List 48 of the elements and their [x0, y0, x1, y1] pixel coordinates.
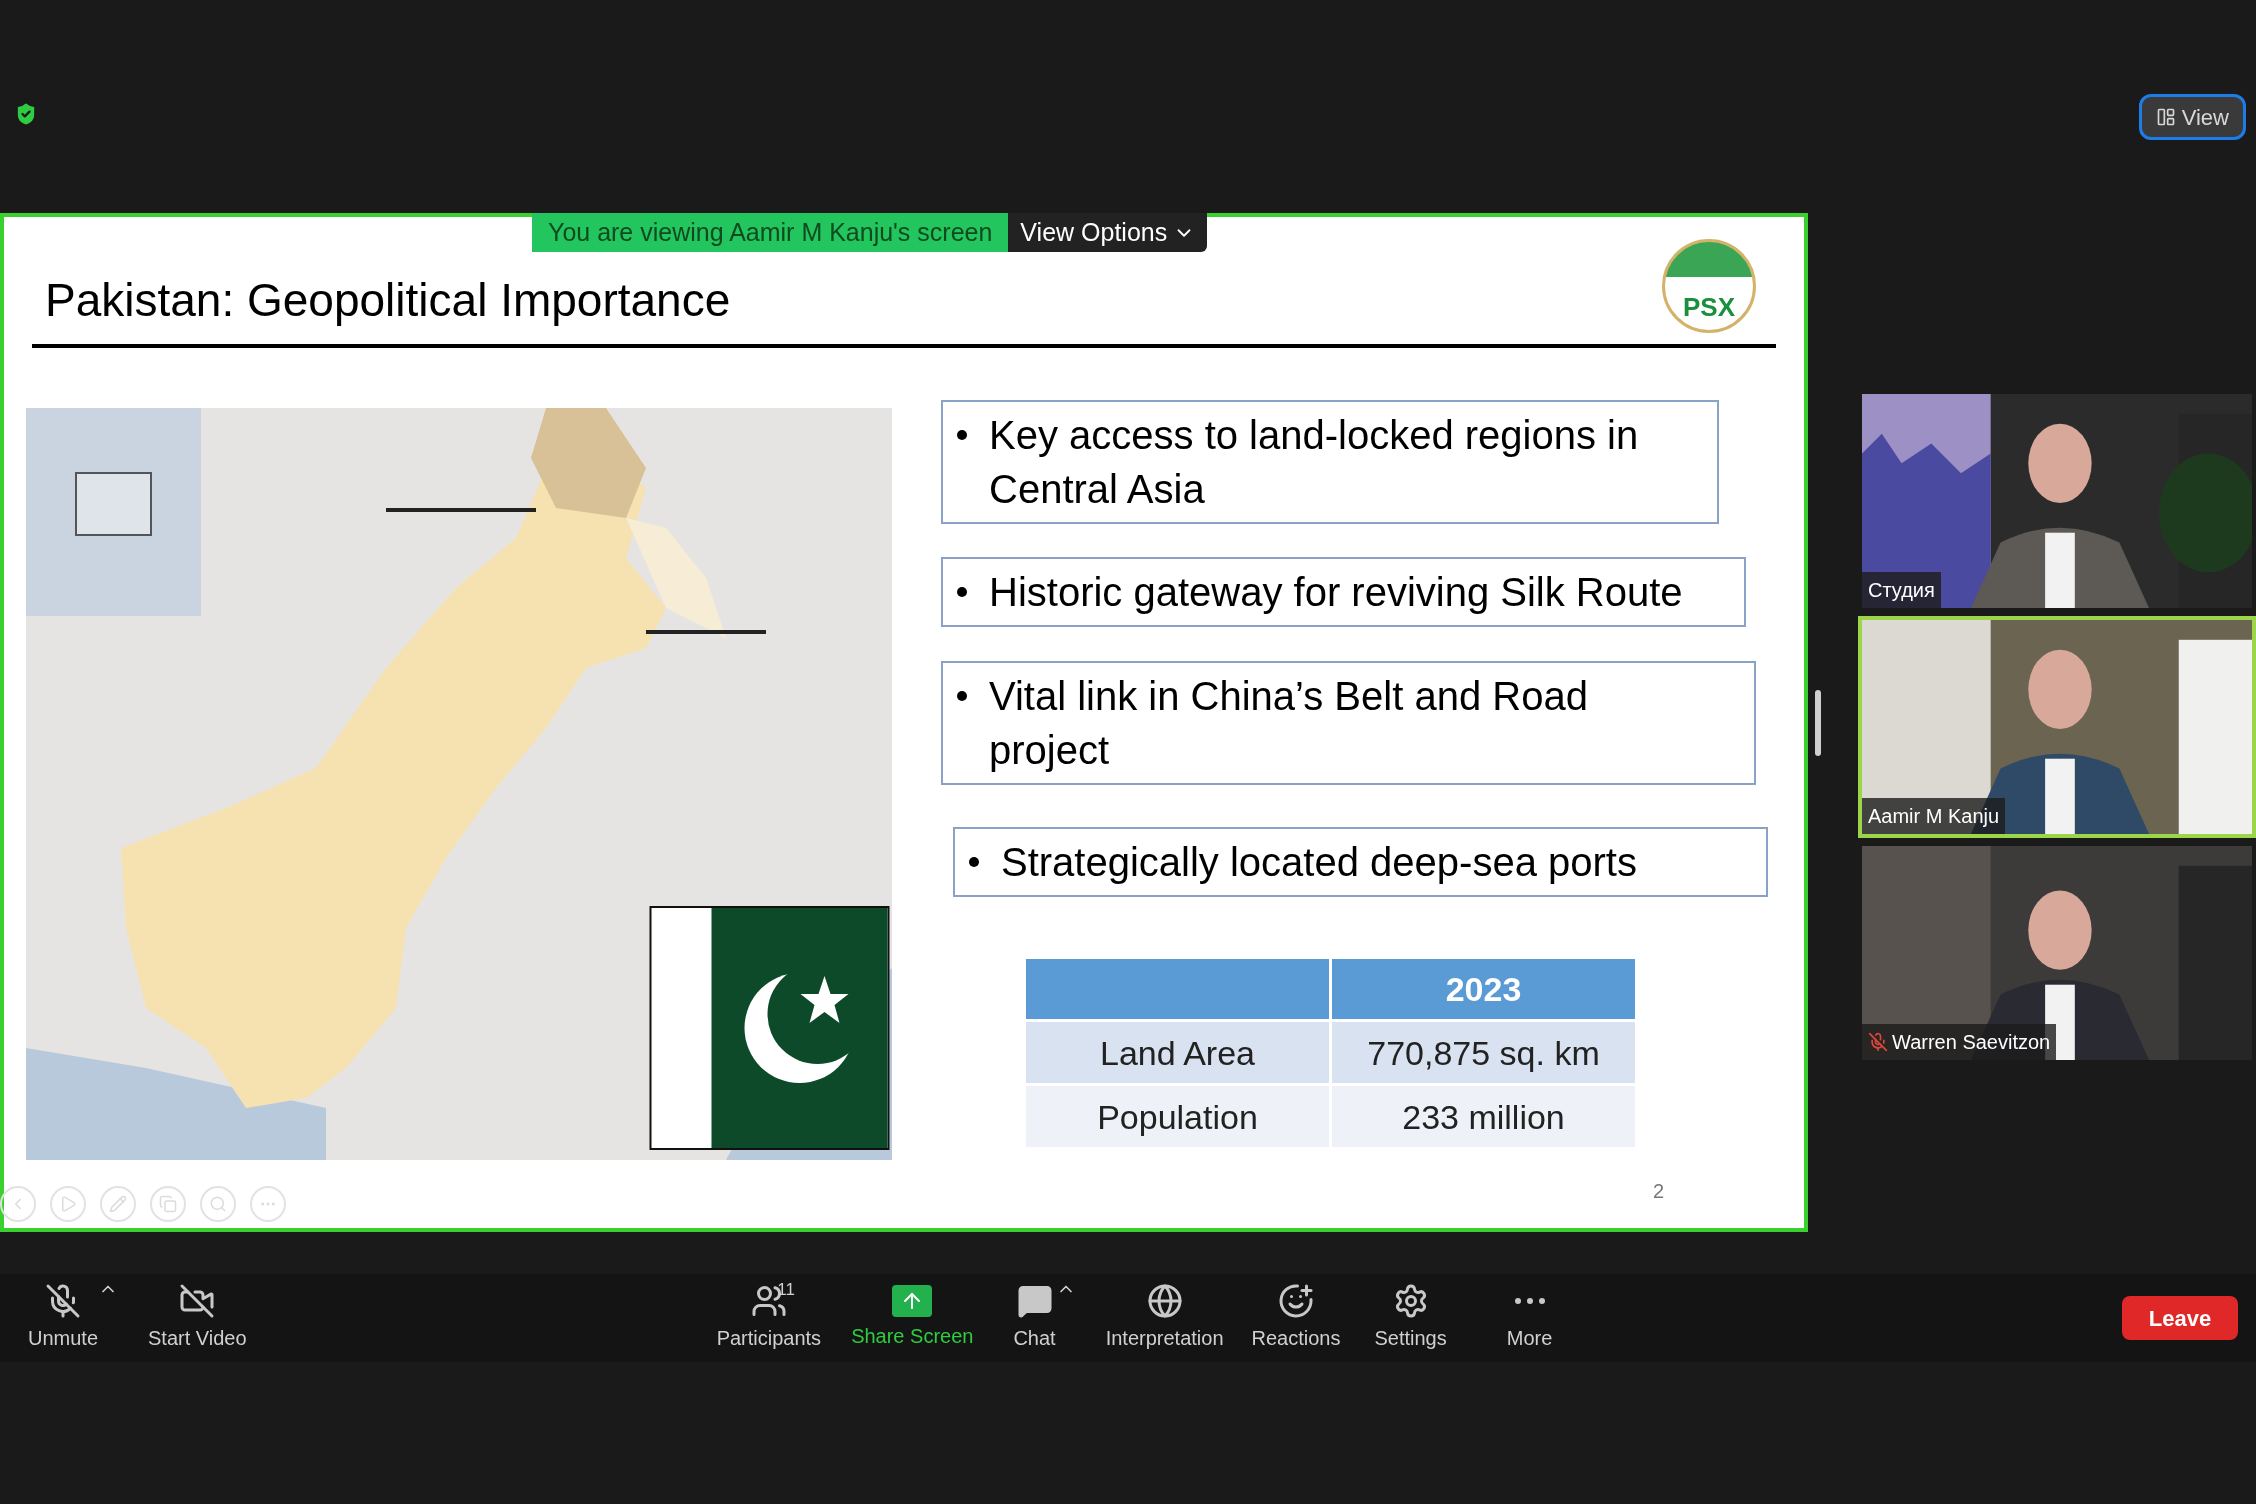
logo: PSX — [1662, 239, 1756, 333]
table-cell: Population — [1026, 1086, 1329, 1147]
video-tile[interactable]: Студия — [1858, 390, 2256, 612]
toolbar-button[interactable]: Settings — [1374, 1283, 1447, 1353]
mic-off-icon — [45, 1283, 81, 1319]
table-cell: Land Area — [1026, 1022, 1329, 1083]
participant-name: Aamir M Kanju — [1868, 804, 2000, 829]
leave-button[interactable]: Leave — [2122, 1296, 2238, 1340]
bullet-icon — [969, 857, 979, 867]
pen-icon[interactable] — [100, 1186, 136, 1222]
bullet-text: Key access to land-locked regions in Central Asia — [989, 412, 1640, 513]
table-header-cell: 2023 — [1332, 959, 1635, 1019]
toolbar-button[interactable]: Reactions — [1251, 1283, 1341, 1353]
toolbar-button[interactable]: Share Screen — [851, 1285, 974, 1351]
table-cell: 770,875 sq. km — [1332, 1022, 1635, 1083]
layout-icon — [2155, 107, 2176, 127]
participant-name: Warren Saevitzon — [1892, 1030, 2051, 1055]
view-options-button[interactable]: View Options — [1008, 213, 1208, 252]
video-tile[interactable]: Aamir M Kanju — [1858, 616, 2256, 838]
bullet-icon — [957, 430, 967, 440]
chat-icon — [1016, 1283, 1053, 1319]
table-cell: 233 million — [1332, 1086, 1635, 1147]
bullet-icon — [957, 691, 967, 701]
bullet-icon — [957, 587, 967, 597]
toolbar-button[interactable]: Start Video — [148, 1283, 247, 1353]
share-screen-icon — [892, 1285, 933, 1317]
toolbar-button[interactable]: Chat — [1013, 1283, 1056, 1353]
toolbar-button[interactable]: More — [1506, 1283, 1553, 1353]
toolbar-button[interactable]: Interpretation — [1105, 1283, 1224, 1353]
video-tile[interactable]: Warren Saevitzon — [1858, 842, 2256, 1064]
bullet-text: Strategically located deep-sea ports — [1001, 839, 1637, 886]
next-icon[interactable] — [50, 1186, 86, 1222]
scrollbar-handle[interactable] — [1815, 690, 1821, 756]
globe-icon — [1146, 1283, 1183, 1319]
slides-icon[interactable] — [150, 1186, 186, 1222]
bullet-text: Vital link in China’s Belt and Road project — [989, 673, 1589, 774]
view-button[interactable]: View — [2138, 94, 2246, 140]
toolbar-button[interactable]: Unmute — [28, 1283, 99, 1353]
more-icon — [1514, 1298, 1545, 1304]
sharing-banner: You are viewing Aamir M Kanju's screen — [532, 213, 1009, 252]
page-number: 2 — [1652, 1179, 1664, 1204]
smiley-icon — [1278, 1283, 1314, 1319]
participant-name: Студия — [1868, 578, 1935, 603]
camera-off-icon — [179, 1283, 216, 1319]
more-icon[interactable] — [250, 1186, 286, 1222]
previous-icon[interactable] — [0, 1186, 36, 1222]
bullet-text: Historic gateway for reviving Silk Route — [989, 569, 1683, 616]
zoom-icon[interactable] — [200, 1186, 236, 1222]
